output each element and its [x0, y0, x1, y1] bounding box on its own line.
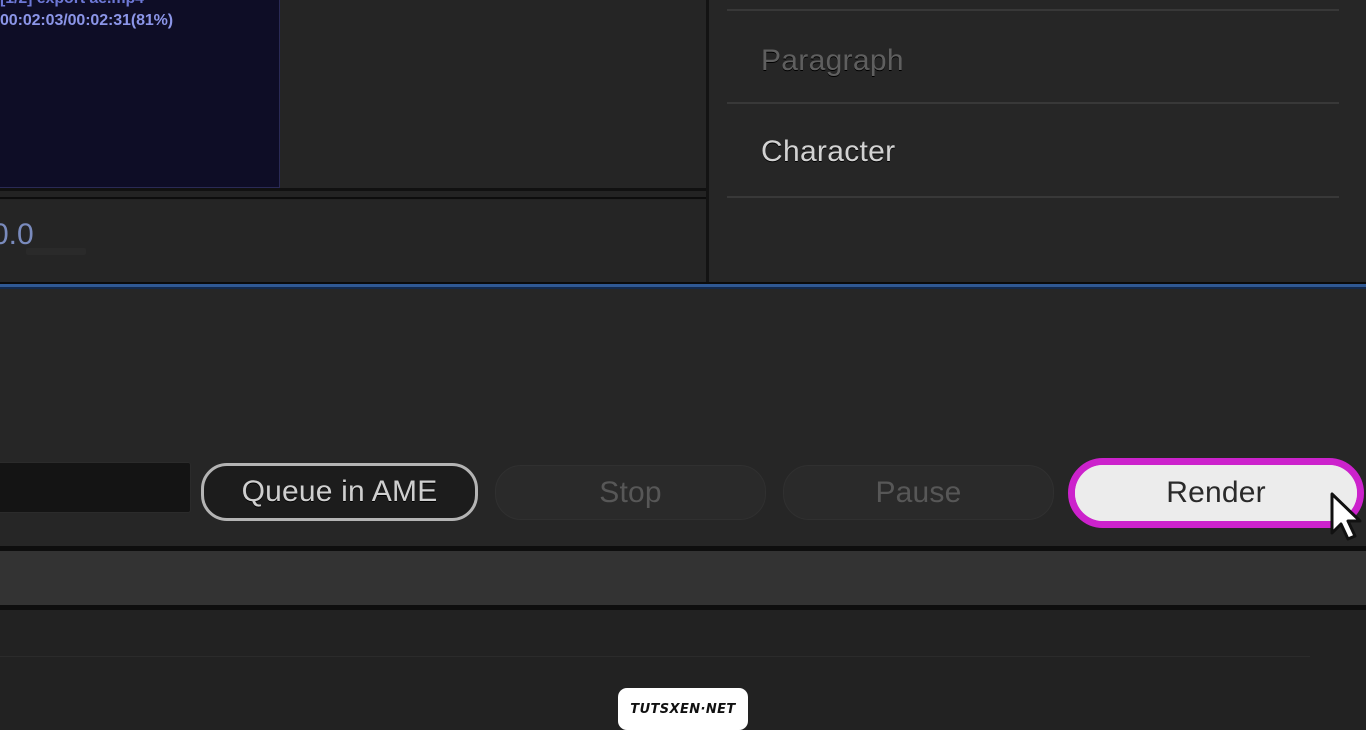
value-underline	[26, 248, 86, 255]
lower-toolbar-band	[0, 551, 1366, 605]
app-window: [1/2] export ae.mp4 00:02:03/00:02:31(81…	[0, 0, 1366, 730]
text-panels-group: Paragraph Character Tahoma	[709, 0, 1366, 285]
pane-divider-top-2	[0, 197, 708, 199]
stop-button: Stop	[495, 465, 766, 520]
numeric-value[interactable]: 0.0	[0, 218, 34, 252]
pause-button: Pause	[783, 465, 1054, 520]
render-button[interactable]: Render	[1075, 465, 1357, 521]
pane-divider-top	[0, 188, 708, 191]
queue-in-ame-button[interactable]: Queue in AME	[201, 463, 478, 521]
render-button-highlight: Render	[1068, 458, 1364, 528]
watermark-text: TUTSXEN·NET	[630, 701, 736, 717]
render-progress-panel: [1/2] export ae.mp4 00:02:03/00:02:31(81…	[0, 0, 280, 188]
panel-rule-middle	[727, 102, 1339, 104]
render-progress-time-label: 00:02:03/00:02:31(81%)	[0, 12, 174, 29]
render-progress-job-label: [1/2] export ae.mp4	[0, 0, 144, 8]
panel-rule-bottom	[727, 196, 1339, 198]
panel-rule-top	[727, 9, 1339, 11]
bottom-panel-hairline	[0, 656, 1310, 657]
watermark-badge: TUTSXEN·NET	[618, 688, 748, 730]
render-queue-progress-pane: [1/2] export ae.mp4 00:02:03/00:02:31(81…	[0, 0, 708, 188]
character-panel-title[interactable]: Character	[761, 135, 895, 169]
render-queue-left-field[interactable]	[0, 462, 191, 513]
paragraph-panel-title[interactable]: Paragraph	[761, 44, 904, 78]
panel-accent-divider	[0, 282, 1366, 289]
timeline-value-row: 0.0	[0, 200, 708, 285]
